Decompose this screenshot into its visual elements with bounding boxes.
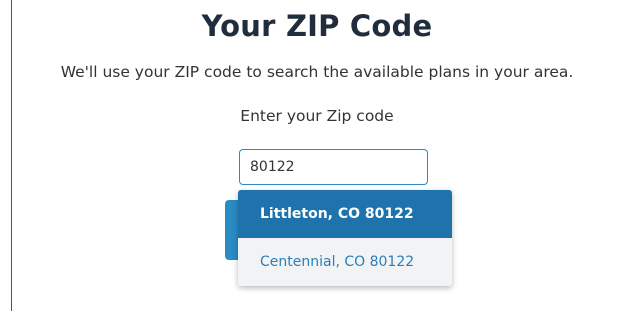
zip-code-label: Enter your Zip code (240, 107, 394, 125)
page-subtitle: We'll use your ZIP code to search the av… (60, 63, 574, 81)
suggestion-centennial[interactable]: Centennial, CO 80122 (238, 238, 452, 286)
zip-code-input[interactable] (239, 149, 428, 185)
suggestion-littleton[interactable]: Littleton, CO 80122 (238, 190, 452, 238)
zip-code-panel: Your ZIP Code We'll use your ZIP code to… (11, 0, 622, 311)
page-title: Your ZIP Code (201, 9, 433, 43)
zip-suggestions-dropdown: Littleton, CO 80122 Centennial, CO 80122 (238, 190, 452, 286)
